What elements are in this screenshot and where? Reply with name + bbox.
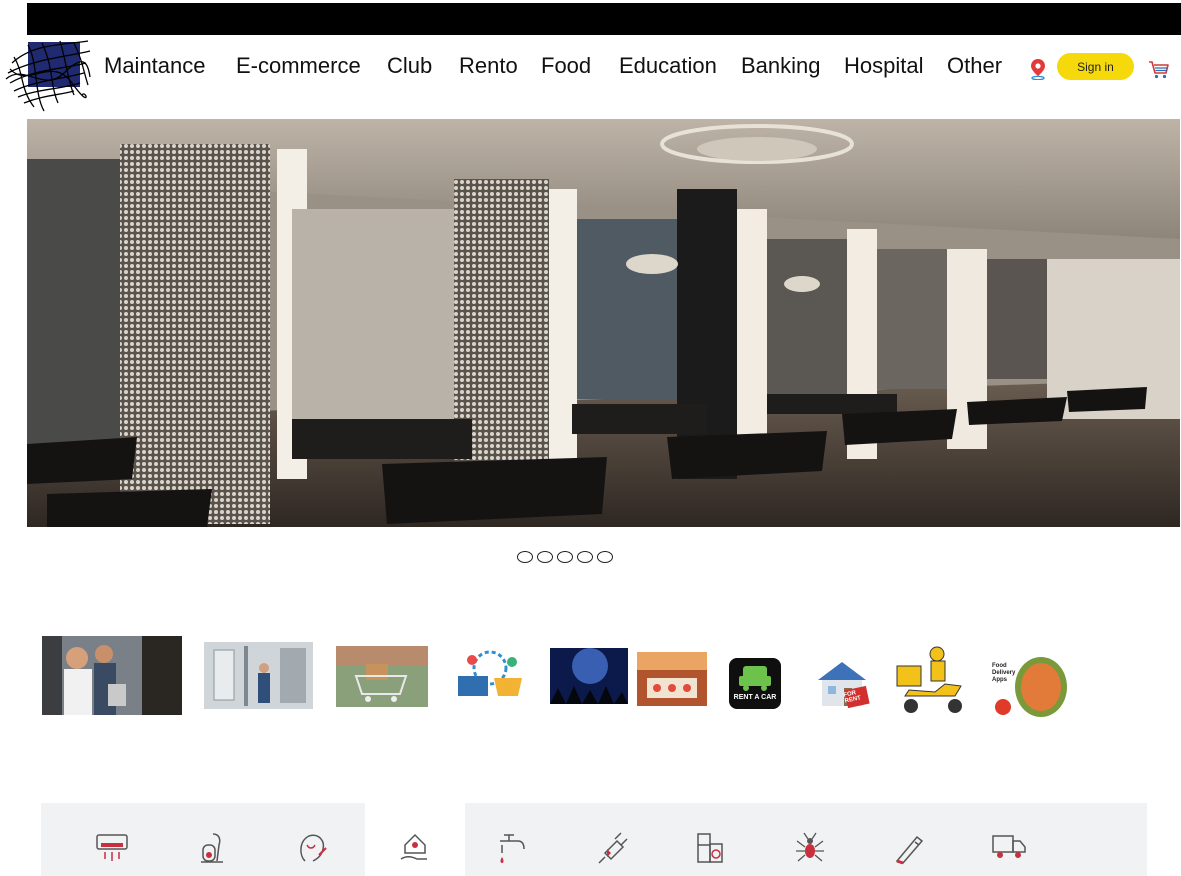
house-for-rent-image — [814, 658, 870, 710]
service-tab-electrical[interactable] — [562, 803, 662, 876]
nav-item-education[interactable]: Education — [619, 52, 717, 80]
page-left-margin — [0, 0, 27, 876]
nav-item-club[interactable]: Club — [387, 52, 432, 80]
slider-dot[interactable] — [517, 551, 533, 563]
category-thumb-food-apps[interactable]: Food Delivery Apps — [989, 647, 1067, 719]
location-pin-icon[interactable] — [1029, 58, 1047, 80]
service-tab-home-care[interactable] — [365, 803, 465, 876]
slider-dot[interactable] — [557, 551, 573, 563]
category-thumb-online-shopping[interactable] — [450, 648, 530, 706]
nav-item-hospital[interactable]: Hospital — [844, 52, 923, 80]
category-thumb-food-delivery[interactable] — [895, 644, 968, 717]
event-hall-image — [637, 652, 707, 706]
electrical-maintenance-image — [42, 636, 182, 715]
home-care-icon — [400, 833, 427, 860]
service-tab-carpentry[interactable] — [858, 803, 958, 876]
service-tab-pest-control[interactable] — [760, 803, 860, 876]
nav-item-ecommerce[interactable]: E-commerce — [236, 52, 361, 80]
ecommerce-cart-image — [336, 646, 428, 707]
rent-a-car-image — [729, 658, 781, 709]
service-tab-appliance[interactable] — [660, 803, 760, 876]
nav-item-rento[interactable]: Rento — [459, 52, 518, 80]
slider-dots — [517, 551, 613, 567]
appliance-icon — [697, 833, 723, 863]
rent-a-car-label: RENT A CAR — [733, 694, 777, 701]
club-night-image — [550, 648, 628, 704]
pest-icon — [796, 832, 824, 862]
saw-icon — [895, 835, 924, 865]
browser-top-bar — [27, 3, 1181, 35]
nav-item-banking[interactable]: Banking — [741, 52, 821, 80]
service-tab-shifting[interactable] — [959, 803, 1059, 876]
slider-dot[interactable] — [577, 551, 593, 563]
category-thumb-rent-a-car[interactable]: RENT A CAR — [729, 658, 781, 709]
plumbing-maintenance-image — [204, 642, 313, 709]
service-tab-ac[interactable] — [62, 803, 162, 876]
plumbing-icon — [500, 834, 525, 863]
slider-dot[interactable] — [537, 551, 553, 563]
category-thumb-house-for-rent[interactable]: FOR RENT — [814, 658, 870, 710]
cart-icon[interactable] — [1148, 58, 1170, 80]
nav-item-food[interactable]: Food — [541, 52, 591, 80]
slider-dot[interactable] — [597, 551, 613, 563]
nav-item-other[interactable]: Other — [947, 52, 1002, 80]
service-tab-cleaning[interactable] — [162, 803, 262, 876]
service-category-bar — [41, 803, 1147, 876]
hero-slider[interactable] — [27, 119, 1180, 527]
online-shopping-image — [450, 648, 530, 706]
category-thumb-club[interactable] — [550, 648, 628, 704]
sign-in-button[interactable]: Sign in — [1057, 53, 1134, 80]
category-thumb-electrical[interactable] — [42, 636, 182, 715]
food-delivery-scooter-image — [895, 644, 968, 717]
vacuum-icon — [201, 833, 223, 863]
logo[interactable] — [4, 33, 92, 113]
ac-icon — [96, 834, 128, 861]
category-thumb-ecommerce[interactable] — [336, 646, 428, 707]
nav-item-maintance[interactable]: Maintance — [104, 52, 206, 80]
electric-plug-icon — [598, 832, 628, 864]
hero-salon-image — [27, 119, 1180, 527]
category-thumb-plumbing[interactable] — [204, 642, 313, 709]
service-tab-beauty[interactable] — [262, 803, 362, 876]
food-apps-label: Food Delivery Apps — [992, 663, 1016, 683]
truck-icon — [992, 835, 1026, 858]
beauty-icon — [300, 834, 327, 862]
service-tab-plumbing[interactable] — [462, 803, 562, 876]
category-thumb-event-hall[interactable] — [637, 652, 707, 706]
